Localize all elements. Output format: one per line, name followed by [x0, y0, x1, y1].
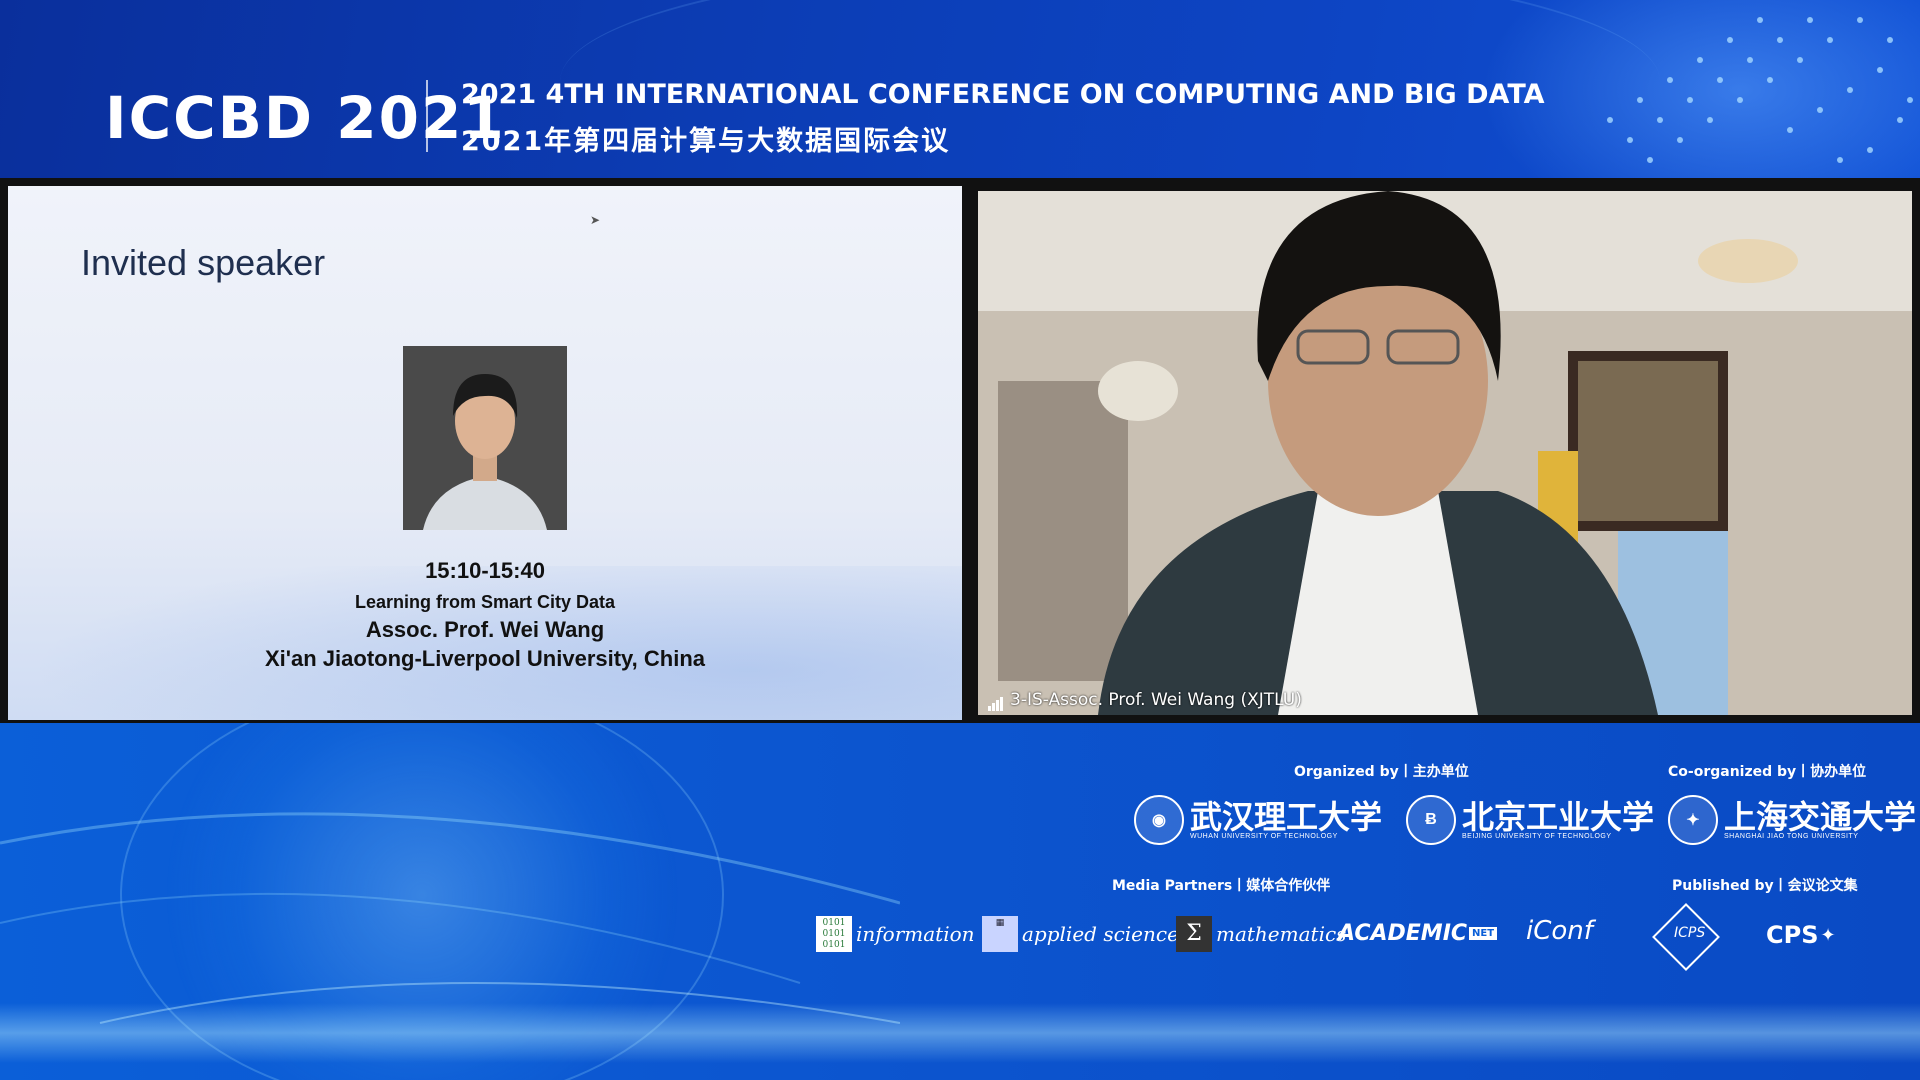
video-frame: [978, 191, 1912, 715]
speaker-affiliation: Xi'an Jiaotong-Liverpool University, Chi…: [265, 646, 705, 671]
information-name: information: [856, 922, 975, 946]
applied-sciences-icon: ▦: [982, 916, 1018, 952]
media-logo-academic-net: ACADEMIC NET: [1338, 921, 1498, 946]
mathematics-name: mathematics: [1216, 922, 1347, 946]
academic-name: ACADEMIC: [1338, 921, 1468, 946]
conference-logo: ICCBD 2021: [105, 84, 506, 152]
publisher-logo-cps: CPS ✦: [1766, 921, 1836, 949]
participant-video[interactable]: 3-IS-Assoc. Prof. Wei Wang (XJTLU): [978, 191, 1912, 715]
mouse-cursor-icon: ➤: [590, 213, 601, 227]
cps-star-icon: ✦: [1820, 924, 1836, 946]
net-badge: NET: [1469, 927, 1498, 940]
organized-by-label: Organized by丨主办单位: [1294, 764, 1469, 780]
conference-header: ICCBD 2021 2021 4TH INTERNATIONAL CONFER…: [0, 0, 1920, 178]
organizer-logo-whut: ◉ 武汉理工大学 WUHAN UNIVERSITY OF TECHNOLOGY: [1134, 795, 1382, 845]
coorganizer-logo-sjtu: ✦ 上海交通大学 SHANGHAI JIAO TONG UNIVERSITY: [1668, 795, 1916, 845]
whut-seal-icon: ◉: [1134, 795, 1184, 845]
coorganized-by-label: Co-organized by丨协办单位: [1668, 764, 1867, 780]
header-dot-pattern: [1607, 17, 1913, 163]
slide-heading: Invited speaker: [81, 242, 326, 283]
media-logo-information: 0101 0101 0101 information: [816, 916, 975, 952]
speaker-name: Assoc. Prof. Wei Wang: [365, 617, 605, 642]
cps-name: CPS: [1766, 921, 1819, 949]
whut-name: 武汉理工大学: [1190, 797, 1383, 836]
applied-sciences-name: applied sciences: [1022, 922, 1190, 946]
footer-light-streak: [0, 1003, 1920, 1063]
sjtu-name: 上海交通大学: [1724, 797, 1917, 836]
slide-swoosh: [8, 566, 962, 720]
organizer-logo-bjut: Ƀ 北京工业大学 BEIJING UNIVERSITY OF TECHNOLOG…: [1406, 795, 1654, 845]
iconf-name: iConf: [1526, 916, 1593, 946]
talk-title: Learning from Smart City Data: [354, 592, 616, 612]
sponsor-footer: Organized by丨主办单位 Co-organized by丨协办单位 ◉…: [0, 723, 1920, 1080]
media-logo-applied-sciences: ▦ applied sciences: [982, 916, 1189, 952]
participant-name: 3-IS-Assoc. Prof. Wei Wang (XJTLU): [1010, 690, 1302, 710]
icps-name: ICPS: [1674, 925, 1706, 941]
speaker-portrait-image: [403, 346, 567, 530]
conference-title-cn: 2021年第四届计算与大数据国际会议: [461, 126, 951, 157]
shared-slide: ➤ Invited speaker 15:10-15:40 Learning f…: [8, 186, 962, 720]
publisher-logo-icps: ICPS: [1652, 903, 1720, 971]
media-logo-mathematics: Σ mathematics: [1176, 916, 1346, 952]
sjtu-seal-icon: ✦: [1668, 795, 1718, 845]
participant-name-label: 3-IS-Assoc. Prof. Wei Wang (XJTLU): [988, 690, 1302, 711]
media-partners-label: Media Partners丨媒体合作伙伴: [1112, 878, 1331, 894]
sigma-icon: Σ: [1176, 916, 1212, 952]
bjut-seal-icon: Ƀ: [1406, 795, 1456, 845]
session-time: 15:10-15:40: [425, 558, 545, 583]
information-binary-icon: 0101 0101 0101: [816, 916, 852, 952]
media-logo-iconf: iConf: [1526, 916, 1593, 946]
signal-bars-icon: [988, 691, 1004, 711]
published-by-label: Published by丨会议论文集: [1672, 878, 1858, 894]
speaker-portrait: [403, 346, 567, 530]
header-divider: [426, 80, 428, 152]
conference-title-en: 2021 4TH INTERNATIONAL CONFERENCE ON COM…: [461, 79, 1545, 110]
bjut-name: 北京工业大学: [1462, 797, 1655, 836]
